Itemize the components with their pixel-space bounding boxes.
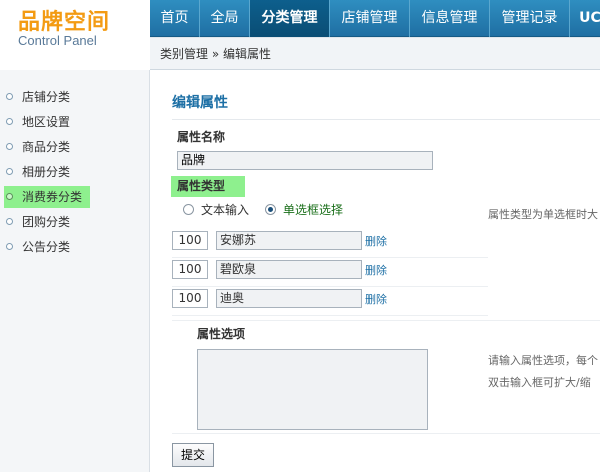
tab-info-management[interactable]: 信息管理: [410, 0, 490, 37]
radio-text-input-label[interactable]: 文本输入: [201, 201, 249, 218]
tab-store-management[interactable]: 店铺管理: [330, 0, 410, 37]
options-hint-line-2: 双击输入框可扩大/缩: [488, 376, 591, 389]
bullet-icon: [6, 193, 13, 200]
bullet-icon: [6, 168, 13, 175]
bullet-icon: [6, 218, 13, 225]
submit-button[interactable]: 提交: [172, 443, 214, 467]
option-sort-input[interactable]: 100: [172, 260, 208, 279]
option-name-input[interactable]: 安娜苏: [216, 231, 362, 250]
breadcrumb: 类别管理 » 编辑属性: [160, 47, 271, 61]
option-row: 100 碧欧泉 删除: [172, 260, 488, 287]
attribute-options-textarea[interactable]: [197, 349, 428, 430]
sidebar-item-coupon-category[interactable]: 消费券分类: [4, 186, 90, 208]
option-sort-input[interactable]: 100: [172, 231, 208, 250]
sidebar: 店铺分类 地区设置 商品分类 相册分类 消费券分类 团购分类 公告分类: [0, 70, 150, 472]
tab-management-log[interactable]: 管理记录: [490, 0, 570, 37]
sidebar-item-region-settings[interactable]: 地区设置: [0, 111, 150, 133]
options-hint-line-1: 请输入属性选项，每个: [488, 354, 598, 367]
option-name-input[interactable]: 迪奥: [216, 289, 362, 308]
sidebar-item-label: 地区设置: [22, 115, 71, 129]
divider: [172, 320, 600, 321]
attribute-options-label: 属性选项: [197, 327, 246, 341]
bullet-icon: [6, 118, 13, 125]
sidebar-item-store-category[interactable]: 店铺分类: [0, 86, 150, 108]
attribute-name-input[interactable]: 品牌: [177, 151, 433, 170]
option-delete-link[interactable]: 删除: [365, 233, 387, 249]
option-name-input[interactable]: 碧欧泉: [216, 260, 362, 279]
page-title: 编辑属性: [172, 95, 228, 111]
radio-single-select-label[interactable]: 单选框选择: [283, 201, 343, 218]
option-delete-link[interactable]: 删除: [365, 291, 387, 307]
tab-home[interactable]: 首页: [150, 0, 200, 37]
sidebar-item-label: 团购分类: [22, 215, 71, 229]
logo: 品牌空间 Control Panel: [0, 0, 150, 70]
radio-single-select[interactable]: [265, 204, 276, 215]
option-sort-input[interactable]: 100: [172, 289, 208, 308]
attribute-type-hint: 属性类型为单选框时大: [488, 208, 598, 221]
sidebar-item-label: 消费券分类: [22, 190, 83, 204]
divider: [172, 433, 600, 434]
logo-title: 品牌空间: [18, 10, 111, 35]
sidebar-item-announcement-category[interactable]: 公告分类: [0, 236, 150, 258]
logo-subtitle: Control Panel: [18, 33, 97, 48]
tab-category-management[interactable]: 分类管理: [250, 0, 330, 37]
sidebar-item-product-category[interactable]: 商品分类: [0, 136, 150, 158]
sidebar-item-label: 商品分类: [22, 140, 71, 154]
bullet-icon: [6, 143, 13, 150]
sidebar-item-label: 相册分类: [22, 165, 71, 179]
sidebar-item-label: 公告分类: [22, 240, 71, 254]
divider: [172, 119, 600, 120]
breadcrumb-bar: 类别管理 » 编辑属性: [150, 37, 600, 70]
tab-global[interactable]: 全局: [200, 0, 250, 37]
option-row: 100 迪奥 删除: [172, 289, 488, 316]
sidebar-item-label: 店铺分类: [22, 90, 71, 104]
radio-text-input[interactable]: [183, 204, 194, 215]
attribute-type-label: 属性类型: [171, 176, 245, 197]
tab-uc[interactable]: UC: [570, 0, 600, 37]
top-navigation: 首页 全局 分类管理 店铺管理 信息管理 管理记录 UC: [150, 0, 600, 37]
option-delete-link[interactable]: 删除: [365, 262, 387, 278]
sidebar-item-groupbuy-category[interactable]: 团购分类: [0, 211, 150, 233]
sidebar-item-album-category[interactable]: 相册分类: [0, 161, 150, 183]
option-row: 100 安娜苏 删除: [172, 231, 488, 258]
attribute-name-label: 属性名称: [177, 130, 226, 144]
bullet-icon: [6, 243, 13, 250]
bullet-icon: [6, 93, 13, 100]
